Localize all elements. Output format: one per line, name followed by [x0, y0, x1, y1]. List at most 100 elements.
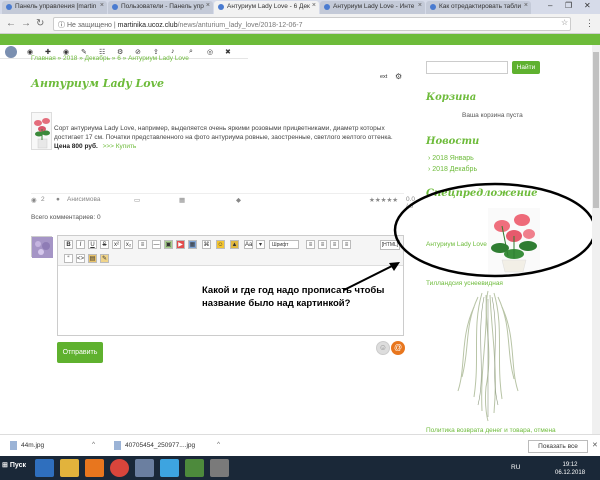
ucoz-logo-icon[interactable] — [5, 46, 17, 58]
align-left-button[interactable]: ≡ — [306, 240, 315, 249]
submit-button[interactable]: Отправить — [57, 342, 103, 363]
scrollbar-thumb[interactable] — [593, 52, 599, 208]
font-size-down-button[interactable]: ▾ — [256, 240, 265, 249]
calendar-icon: ▦ — [179, 197, 186, 204]
italic-button[interactable]: I — [76, 240, 85, 249]
clock[interactable]: 19:12 06.12.2018 — [555, 461, 585, 477]
download-name: 40705454_250977....jpg — [125, 442, 196, 450]
browser-tab[interactable]: Пользователи - Панель упр × — [108, 1, 213, 14]
reload-icon[interactable]: ↻ — [36, 18, 44, 29]
gear-icon[interactable]: ⚙ — [395, 72, 402, 81]
notification-bell-icon[interactable]: ♪ — [171, 48, 175, 55]
tab-label: Пользователи - Панель упр — [121, 3, 204, 10]
folder-icon[interactable] — [60, 459, 79, 477]
strike-button[interactable]: S — [100, 240, 109, 249]
url-domain: martinika.ucoz.club — [117, 22, 178, 29]
back-icon[interactable]: ← — [6, 18, 16, 29]
download-item[interactable]: 44m.jpg — [10, 441, 44, 450]
browser-menu-icon[interactable]: ⋮ — [585, 18, 594, 29]
maximize-icon[interactable]: ❐ — [565, 1, 572, 10]
spoiler-button[interactable]: ▤ — [88, 254, 97, 263]
news-item[interactable]: 2018 Январь — [428, 155, 474, 162]
download-menu-icon[interactable]: ^ — [92, 441, 95, 448]
app-icon[interactable] — [210, 459, 229, 477]
emoji-button[interactable]: ☺ — [216, 240, 225, 249]
browser-tab-active[interactable]: Антуриум Lady Love - 6 Дек × — [214, 1, 319, 14]
search-button[interactable]: Найти — [512, 61, 540, 74]
address-bar-row: ← → ↻ ⓘ Не защищено | martinika.ucoz.clu… — [0, 14, 600, 34]
window-close-icon[interactable]: ✕ — [584, 1, 591, 10]
align-right-button[interactable]: ≡ — [330, 240, 339, 249]
browser-tab[interactable]: Панель управления [martin × — [2, 1, 107, 14]
ext-link[interactable]: ext — [380, 74, 387, 80]
url-field[interactable]: ⓘ Не защищено | martinika.ucoz.club/news… — [53, 17, 571, 31]
tab-favicon-icon — [430, 4, 436, 10]
views-icon: ◉ — [31, 197, 37, 204]
superscript-button[interactable]: x² — [112, 240, 121, 249]
tab-favicon-icon — [112, 4, 118, 10]
product-thumbnail[interactable] — [31, 112, 52, 150]
special-item-image[interactable] — [452, 287, 524, 423]
video-button[interactable]: ▶ — [176, 240, 185, 249]
browser-tab-bar: Панель управления [martin × Пользователи… — [0, 0, 600, 14]
breadcrumb[interactable]: Главная » 2018 » Декабрь » 6 » Антуриум … — [31, 55, 189, 62]
start-label: Пуск — [9, 462, 26, 469]
taskbar: ⊞ Пуск RU 19:12 06.12.2018 — [0, 456, 600, 480]
internet-explorer-icon[interactable] — [35, 459, 54, 477]
start-button[interactable]: ⊞ Пуск — [2, 461, 26, 469]
article-description: Сорт антуриума Lady Love, например, выде… — [54, 124, 406, 151]
text-color-button[interactable]: ▲ — [230, 240, 239, 249]
search-input[interactable] — [426, 61, 508, 74]
info-icon: ⓘ — [58, 22, 67, 29]
subscript-button[interactable]: x₂ — [124, 240, 133, 249]
policy-link[interactable]: Политика возврата денег и товара, отмена — [426, 427, 556, 434]
clock-time: 19:12 — [562, 462, 578, 468]
annotation-text: Какой и где год надо прописать чтобы наз… — [202, 285, 385, 309]
bookmark-star-icon[interactable]: ☆ — [561, 18, 568, 27]
tab-close-icon[interactable]: × — [312, 2, 316, 9]
forward-icon[interactable]: → — [21, 18, 31, 29]
align-center-button[interactable]: ≡ — [318, 240, 327, 249]
tab-close-icon[interactable]: × — [206, 2, 210, 9]
minimize-icon[interactable]: – — [548, 1, 552, 10]
news-title: Новости — [426, 136, 480, 147]
align-justify-button[interactable]: ≡ — [342, 240, 351, 249]
tab-close-icon[interactable]: × — [100, 2, 104, 9]
author-link[interactable]: Анисимова — [67, 196, 101, 203]
font-size-button[interactable]: Aa — [244, 240, 253, 249]
tab-label: Панель управления [martin — [15, 3, 97, 10]
news-item[interactable]: 2018 Декабрь — [428, 166, 477, 173]
chrome-icon[interactable] — [110, 459, 129, 477]
panel-icon[interactable]: ⌕ — [189, 48, 193, 56]
hide-button[interactable]: ✎ — [100, 254, 109, 263]
font-select[interactable]: Шрифт — [269, 240, 299, 249]
at-icon[interactable]: @ — [391, 341, 405, 355]
download-menu-icon[interactable]: ^ — [217, 441, 220, 448]
app-icon[interactable] — [135, 459, 154, 477]
skype-icon[interactable] — [160, 459, 179, 477]
show-all-downloads-button[interactable]: Показать все — [528, 440, 588, 453]
bold-button[interactable]: B — [64, 240, 73, 249]
image-button[interactable]: ▣ — [164, 240, 173, 249]
browser-tab[interactable]: Как отредактировать табли × — [426, 1, 531, 14]
media-player-icon[interactable] — [85, 459, 104, 477]
close-icon[interactable]: ✕ — [592, 441, 598, 449]
quote-button[interactable]: “ — [64, 254, 73, 263]
smiley-icon[interactable]: ☺ — [376, 341, 390, 355]
special-item-title[interactable]: Тилландсия уснеевидная — [426, 280, 503, 287]
hr-button[interactable]: — — [152, 240, 161, 249]
browser-tab[interactable]: Антуриум Lady Love - Инте × — [320, 1, 425, 14]
app-icon[interactable] — [185, 459, 204, 477]
list-button[interactable]: ≡ — [138, 240, 147, 249]
tab-close-icon[interactable]: × — [418, 2, 422, 9]
buy-link[interactable]: >>> Купить — [103, 143, 137, 150]
eye-icon[interactable]: ◎ — [207, 48, 213, 56]
code-button[interactable]: <> — [76, 254, 85, 263]
table-button[interactable]: ▦ — [188, 240, 197, 249]
link-button[interactable]: ⌘ — [202, 240, 211, 249]
panel-icon[interactable]: ✖ — [225, 48, 231, 56]
underline-button[interactable]: U — [88, 240, 97, 249]
language-indicator[interactable]: RU — [511, 464, 520, 471]
tab-close-icon[interactable]: × — [524, 2, 528, 9]
download-item[interactable]: 40705454_250977....jpg — [114, 441, 195, 450]
